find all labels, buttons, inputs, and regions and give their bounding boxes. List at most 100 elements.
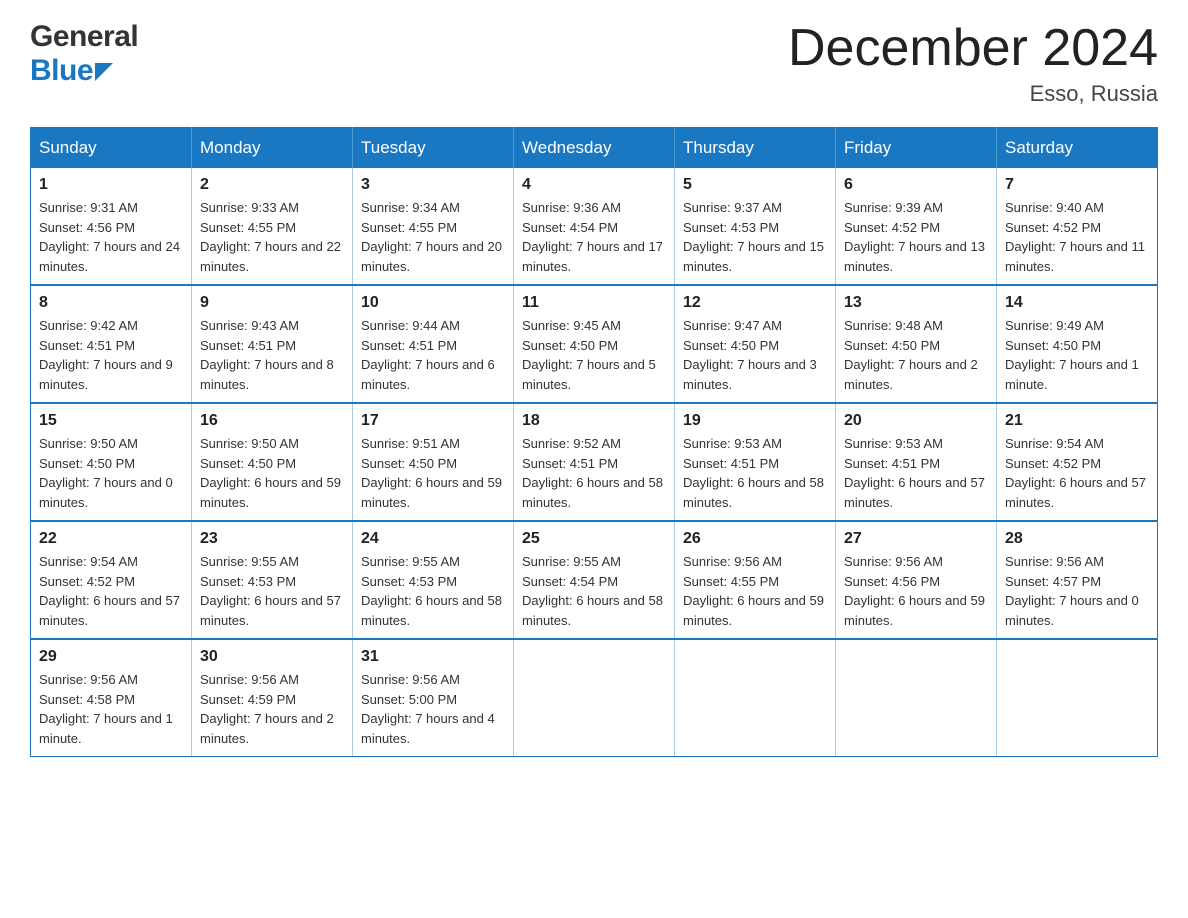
logo: General Blue <box>30 20 138 88</box>
day-info: Sunrise: 9:50 AMSunset: 4:50 PMDaylight:… <box>39 434 183 512</box>
day-number: 14 <box>1005 294 1149 312</box>
day-number: 3 <box>361 176 505 194</box>
calendar-cell: 10 Sunrise: 9:44 AMSunset: 4:51 PMDayligh… <box>353 285 514 403</box>
week-row-3: 15 Sunrise: 9:50 AMSunset: 4:50 PMDayligh… <box>31 403 1158 521</box>
day-number: 18 <box>522 412 666 430</box>
calendar-cell: 23Sunrise: 9:55 AMSunset: 4:53 PMDayligh… <box>192 521 353 639</box>
day-number: 13 <box>844 294 988 312</box>
day-of-week-wednesday: Wednesday <box>514 128 675 169</box>
day-number: 12 <box>683 294 827 312</box>
day-info: Sunrise: 9:47 AMSunset: 4:50 PMDaylight:… <box>683 316 827 394</box>
day-number: 4 <box>522 176 666 194</box>
day-info: Sunrise: 9:56 AMSunset: 4:56 PMDaylight:… <box>844 552 988 630</box>
day-number: 1 <box>39 176 183 194</box>
day-info: Sunrise: 9:51 AMSunset: 4:50 PMDaylight:… <box>361 434 505 512</box>
day-info: Sunrise: 9:40 AMSunset: 4:52 PMDaylight:… <box>1005 198 1149 276</box>
day-number: 31 <box>361 648 505 666</box>
calendar-cell: 19 Sunrise: 9:53 AMSunset: 4:51 PMDayligh… <box>675 403 836 521</box>
day-number: 2 <box>200 176 344 194</box>
day-number: 29 <box>39 648 183 666</box>
calendar-cell: 18Sunrise: 9:52 AMSunset: 4:51 PMDayligh… <box>514 403 675 521</box>
day-info: Sunrise: 9:42 AMSunset: 4:51 PMDaylight:… <box>39 316 183 394</box>
calendar-cell: 24 Sunrise: 9:55 AMSunset: 4:53 PMDayligh… <box>353 521 514 639</box>
calendar-cell: 31 Sunrise: 9:56 AMSunset: 5:00 PMDayligh… <box>353 639 514 757</box>
logo-triangle-icon <box>95 63 113 81</box>
day-number: 20 <box>844 412 988 430</box>
calendar-cell <box>675 639 836 757</box>
day-info: Sunrise: 9:31 AMSunset: 4:56 PMDaylight:… <box>39 198 183 276</box>
day-number: 11 <box>522 294 666 312</box>
day-info: Sunrise: 9:44 AMSunset: 4:51 PMDaylight:… <box>361 316 505 394</box>
calendar-cell: 1 Sunrise: 9:31 AMSunset: 4:56 PMDaylight… <box>31 168 192 285</box>
day-info: Sunrise: 9:54 AMSunset: 4:52 PMDaylight:… <box>1005 434 1149 512</box>
day-info: Sunrise: 9:56 AMSunset: 5:00 PMDaylight:… <box>361 670 505 748</box>
calendar-cell: 28 Sunrise: 9:56 AMSunset: 4:57 PMDayligh… <box>997 521 1158 639</box>
calendar-cell: 21 Sunrise: 9:54 AMSunset: 4:52 PMDayligh… <box>997 403 1158 521</box>
day-number: 28 <box>1005 530 1149 548</box>
day-number: 6 <box>844 176 988 194</box>
week-row-4: 22 Sunrise: 9:54 AMSunset: 4:52 PMDayligh… <box>31 521 1158 639</box>
day-of-week-friday: Friday <box>836 128 997 169</box>
calendar-cell: 13 Sunrise: 9:48 AMSunset: 4:50 PMDayligh… <box>836 285 997 403</box>
day-info: Sunrise: 9:43 AMSunset: 4:51 PMDaylight:… <box>200 316 344 394</box>
day-info: Sunrise: 9:55 AMSunset: 4:53 PMDaylight:… <box>361 552 505 630</box>
day-number: 10 <box>361 294 505 312</box>
calendar-cell <box>997 639 1158 757</box>
day-info: Sunrise: 9:36 AMSunset: 4:54 PMDaylight:… <box>522 198 666 276</box>
day-info: Sunrise: 9:39 AMSunset: 4:52 PMDaylight:… <box>844 198 988 276</box>
calendar-cell: 17Sunrise: 9:51 AMSunset: 4:50 PMDayligh… <box>353 403 514 521</box>
week-row-1: 1 Sunrise: 9:31 AMSunset: 4:56 PMDaylight… <box>31 168 1158 285</box>
logo-general-line: General <box>30 20 138 54</box>
day-number: 27 <box>844 530 988 548</box>
days-of-week-row: SundayMondayTuesdayWednesdayThursdayFrid… <box>31 128 1158 169</box>
calendar-cell: 22 Sunrise: 9:54 AMSunset: 4:52 PMDayligh… <box>31 521 192 639</box>
calendar-cell: 2 Sunrise: 9:33 AMSunset: 4:55 PMDaylight… <box>192 168 353 285</box>
day-info: Sunrise: 9:49 AMSunset: 4:50 PMDaylight:… <box>1005 316 1149 394</box>
day-number: 24 <box>361 530 505 548</box>
calendar-cell: 30 Sunrise: 9:56 AMSunset: 4:59 PMDayligh… <box>192 639 353 757</box>
day-info: Sunrise: 9:53 AMSunset: 4:51 PMDaylight:… <box>683 434 827 512</box>
day-number: 30 <box>200 648 344 666</box>
calendar-cell <box>514 639 675 757</box>
month-title: December 2024 <box>788 20 1158 77</box>
day-number: 26 <box>683 530 827 548</box>
calendar-cell: 27 Sunrise: 9:56 AMSunset: 4:56 PMDayligh… <box>836 521 997 639</box>
day-info: Sunrise: 9:56 AMSunset: 4:59 PMDaylight:… <box>200 670 344 748</box>
day-of-week-thursday: Thursday <box>675 128 836 169</box>
week-row-2: 8 Sunrise: 9:42 AMSunset: 4:51 PMDaylight… <box>31 285 1158 403</box>
day-number: 7 <box>1005 176 1149 194</box>
calendar-cell: 26 Sunrise: 9:56 AMSunset: 4:55 PMDayligh… <box>675 521 836 639</box>
day-number: 25 <box>522 530 666 548</box>
day-number: 8 <box>39 294 183 312</box>
calendar-cell: 9 Sunrise: 9:43 AMSunset: 4:51 PMDaylight… <box>192 285 353 403</box>
calendar-cell: 4 Sunrise: 9:36 AMSunset: 4:54 PMDaylight… <box>514 168 675 285</box>
day-of-week-monday: Monday <box>192 128 353 169</box>
day-of-week-sunday: Sunday <box>31 128 192 169</box>
calendar-cell: 3 Sunrise: 9:34 AMSunset: 4:55 PMDaylight… <box>353 168 514 285</box>
day-info: Sunrise: 9:45 AMSunset: 4:50 PMDaylight:… <box>522 316 666 394</box>
day-number: 22 <box>39 530 183 548</box>
day-info: Sunrise: 9:54 AMSunset: 4:52 PMDaylight:… <box>39 552 183 630</box>
calendar-cell <box>836 639 997 757</box>
day-number: 9 <box>200 294 344 312</box>
day-info: Sunrise: 9:48 AMSunset: 4:50 PMDaylight:… <box>844 316 988 394</box>
calendar-cell: 15 Sunrise: 9:50 AMSunset: 4:50 PMDayligh… <box>31 403 192 521</box>
calendar-cell: 8 Sunrise: 9:42 AMSunset: 4:51 PMDaylight… <box>31 285 192 403</box>
calendar-cell: 20Sunrise: 9:53 AMSunset: 4:51 PMDayligh… <box>836 403 997 521</box>
day-number: 19 <box>683 412 827 430</box>
logo-blue-line: Blue <box>30 54 138 88</box>
day-info: Sunrise: 9:56 AMSunset: 4:57 PMDaylight:… <box>1005 552 1149 630</box>
day-info: Sunrise: 9:50 AMSunset: 4:50 PMDaylight:… <box>200 434 344 512</box>
day-info: Sunrise: 9:34 AMSunset: 4:55 PMDaylight:… <box>361 198 505 276</box>
calendar-cell: 12 Sunrise: 9:47 AMSunset: 4:50 PMDayligh… <box>675 285 836 403</box>
calendar-table: SundayMondayTuesdayWednesdayThursdayFrid… <box>30 127 1158 757</box>
day-number: 15 <box>39 412 183 430</box>
day-number: 5 <box>683 176 827 194</box>
calendar-cell: 6 Sunrise: 9:39 AMSunset: 4:52 PMDaylight… <box>836 168 997 285</box>
day-info: Sunrise: 9:33 AMSunset: 4:55 PMDaylight:… <box>200 198 344 276</box>
page-header: General Blue December 2024 Esso, Russia <box>30 20 1158 107</box>
day-info: Sunrise: 9:56 AMSunset: 4:55 PMDaylight:… <box>683 552 827 630</box>
day-number: 21 <box>1005 412 1149 430</box>
day-info: Sunrise: 9:56 AMSunset: 4:58 PMDaylight:… <box>39 670 183 748</box>
day-info: Sunrise: 9:55 AMSunset: 4:53 PMDaylight:… <box>200 552 344 630</box>
